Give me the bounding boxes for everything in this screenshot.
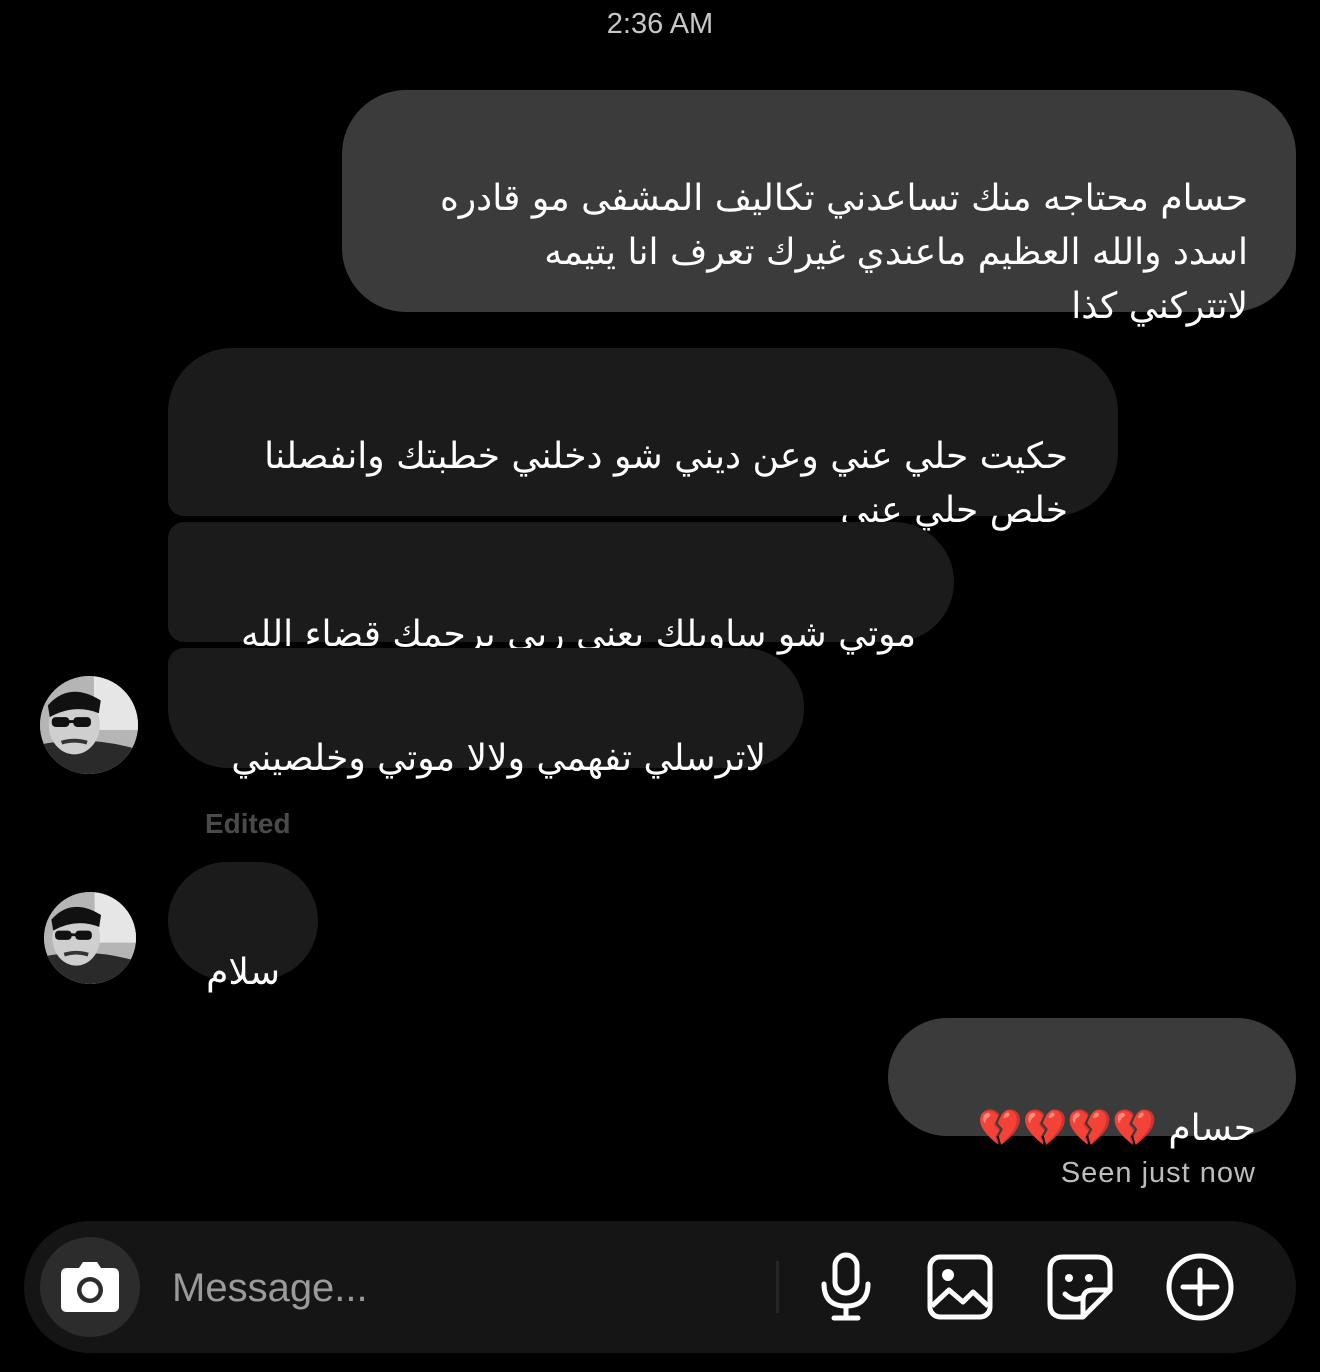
microphone-button[interactable] [810,1251,882,1323]
message-text: حسام محتاجه منك تساعدني تكاليف المشفى مو… [439,178,1248,327]
sticker-icon [1047,1254,1113,1320]
sent-message-bubble[interactable]: حسام 💔💔💔💔 [888,1018,1296,1149]
camera-button[interactable] [40,1237,140,1337]
plus-icon [1166,1253,1234,1321]
received-message-bubble[interactable]: حكيت حلي عني وعن ديني شو دخلني خطبتك وان… [168,348,1118,531]
message-text: سلام [206,952,280,993]
message-composer [24,1221,1296,1353]
add-button[interactable] [1164,1251,1236,1323]
avatar-photo-icon [44,892,136,984]
seen-status: Seen just now [1060,1157,1256,1189]
divider [776,1261,779,1313]
edited-label: Edited [205,808,291,839]
microphone-icon [821,1252,871,1321]
received-message-bubble[interactable]: موتي شو ساويلك يعني ربي يرحمك قضاء الله [168,522,954,655]
message-text: حسام 💔💔💔💔 [977,1108,1256,1149]
contact-avatar[interactable] [40,676,138,774]
sent-message-bubble[interactable]: حسام محتاجه منك تساعدني تكاليف المشفى مو… [342,90,1296,327]
timestamp: 2:36 AM [606,8,714,40]
message-text: حكيت حلي عني وعن ديني شو دخلني خطبتك وان… [264,436,1068,531]
sticker-button[interactable] [1044,1251,1116,1323]
message-text: لاترسلي تفهمي ولالا موتي وخلصيني [231,738,766,779]
camera-icon [61,1262,119,1312]
avatar-photo-icon [40,676,138,774]
gallery-icon [927,1254,993,1320]
message-input[interactable] [170,1257,774,1319]
contact-avatar[interactable] [44,892,136,984]
gallery-button[interactable] [924,1251,996,1323]
received-message-bubble[interactable]: لاترسلي تفهمي ولالا موتي وخلصيني [168,648,804,779]
received-message-bubble[interactable]: سلام [168,862,318,993]
